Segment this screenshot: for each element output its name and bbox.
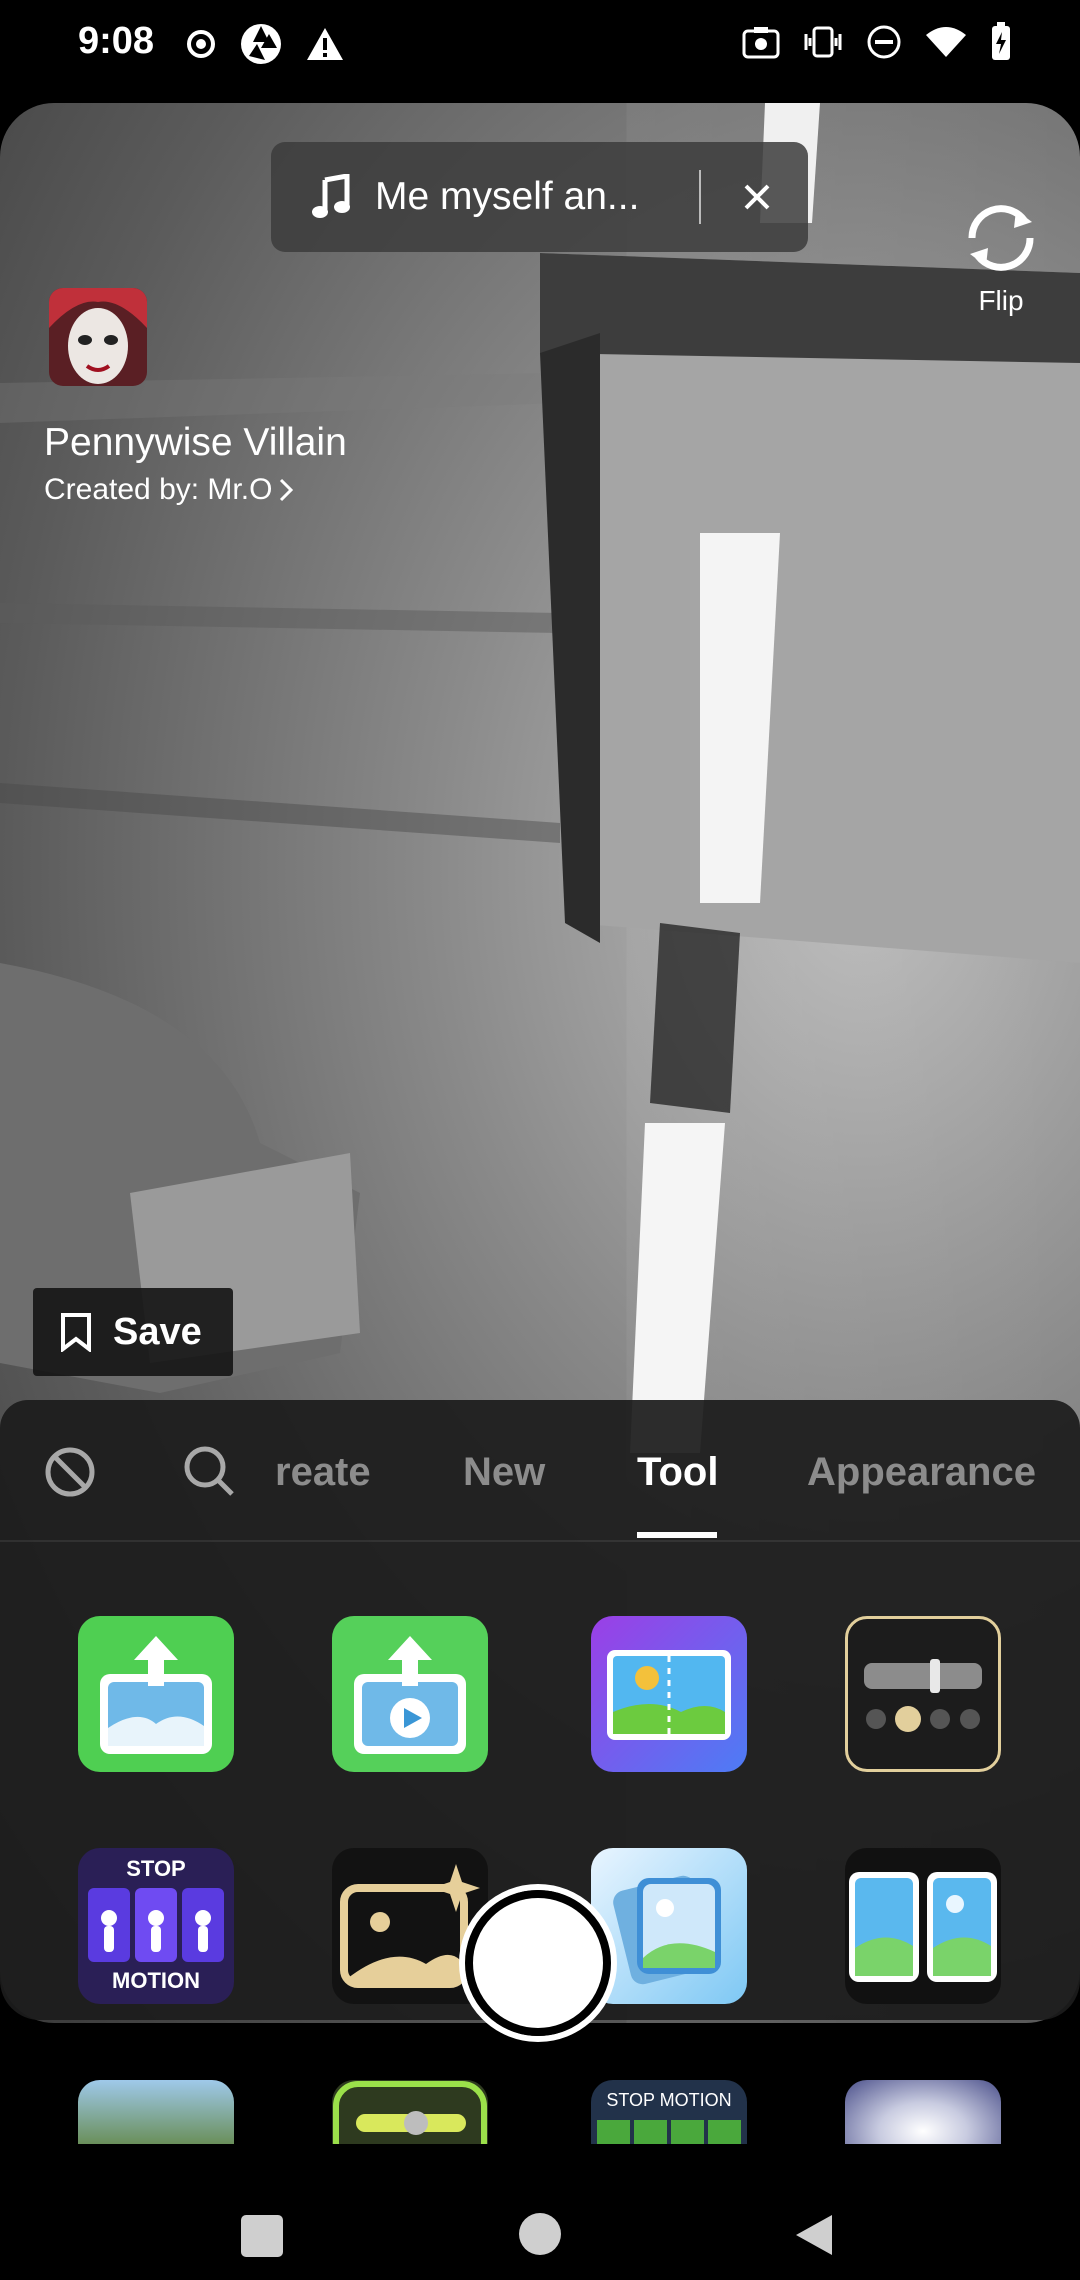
active-tab-indicator <box>637 1532 717 1538</box>
dual-photo-effect[interactable] <box>845 1848 1001 2004</box>
effect-avatar[interactable] <box>49 288 147 386</box>
status-bar: 9:08 <box>0 0 1080 100</box>
save-effect-button[interactable]: Save <box>33 1288 233 1376</box>
music-note-icon <box>312 174 350 218</box>
flip-camera-button[interactable]: Flip <box>956 200 1046 317</box>
peek-stop-motion-label: STOP MOTION <box>606 2090 732 2110</box>
slider-toggle-icon <box>333 2081 487 2144</box>
status-time: 9:08 <box>78 20 155 62</box>
upload-video-effect[interactable] <box>332 1616 488 1772</box>
tab-tool[interactable]: Tool <box>637 1450 718 1495</box>
record-icon <box>187 30 215 58</box>
recents-button[interactable] <box>241 2215 283 2257</box>
effect-creator-link[interactable]: Created by: Mr.O <box>44 473 294 507</box>
search-effects-button[interactable] <box>182 1444 236 1503</box>
chevron-right-icon <box>280 478 294 502</box>
upload-photo-icon <box>100 1636 212 1754</box>
battery-charging-icon <box>992 22 1010 60</box>
peek-cloud-effect[interactable] <box>845 2080 1001 2144</box>
split-screen-effect[interactable] <box>591 1616 747 1772</box>
effect-name: Pennywise Villain <box>44 421 347 464</box>
stop-motion-effect[interactable]: STOP MOTION <box>78 1848 234 2004</box>
stop-motion-label-bottom: MOTION <box>112 1968 200 1993</box>
dual-photo-icon <box>849 1872 997 1982</box>
upload-photo-effect[interactable] <box>78 1616 234 1772</box>
no-effect-button[interactable] <box>44 1446 96 1503</box>
music-title: Me myself an... <box>375 175 640 218</box>
home-button[interactable] <box>519 2213 561 2255</box>
screenshot-icon <box>742 27 780 59</box>
flip-label: Flip <box>978 285 1024 316</box>
tab-appearance[interactable]: Appearance <box>807 1450 1036 1495</box>
ban-icon <box>45 1447 95 1497</box>
wifi-icon <box>926 27 966 57</box>
peek-frames <box>597 2120 741 2144</box>
back-button[interactable] <box>792 2211 836 2259</box>
sliders-icon <box>864 1659 982 1732</box>
save-label: Save <box>113 1310 202 1353</box>
remove-music-button[interactable] <box>729 169 785 225</box>
aperture-icon <box>241 24 281 64</box>
peek-slider-effect[interactable] <box>332 2080 488 2144</box>
effect-category-tabs: reate New Tool Appearance <box>0 1400 1080 1542</box>
adjust-sliders-effect[interactable] <box>845 1616 1001 1772</box>
music-divider <box>699 170 701 224</box>
music-selector[interactable]: Me myself an... <box>271 142 808 252</box>
clown-face-thumbnail <box>49 288 147 386</box>
upload-video-icon <box>354 1636 466 1754</box>
effect-creator-text: Created by: Mr.O <box>44 473 273 506</box>
stop-motion-label-top: STOP <box>126 1856 186 1881</box>
record-button[interactable] <box>465 1890 611 2036</box>
system-nav-bar <box>0 2165 1080 2280</box>
dnd-icon <box>867 25 901 59</box>
tab-new[interactable]: New <box>463 1450 545 1495</box>
flip-camera-icon <box>968 205 1034 271</box>
vibrate-icon <box>804 26 842 58</box>
peek-tree-effect[interactable] <box>78 2080 234 2144</box>
search-icon <box>184 1446 234 1496</box>
peek-stop-motion-effect[interactable]: STOP MOTION <box>591 2080 747 2144</box>
bookmark-icon <box>61 1313 91 1352</box>
tab-create[interactable]: reate <box>275 1450 371 1495</box>
close-icon <box>744 184 770 210</box>
split-landscape-icon <box>607 1650 731 1740</box>
alert-icon <box>307 28 343 60</box>
